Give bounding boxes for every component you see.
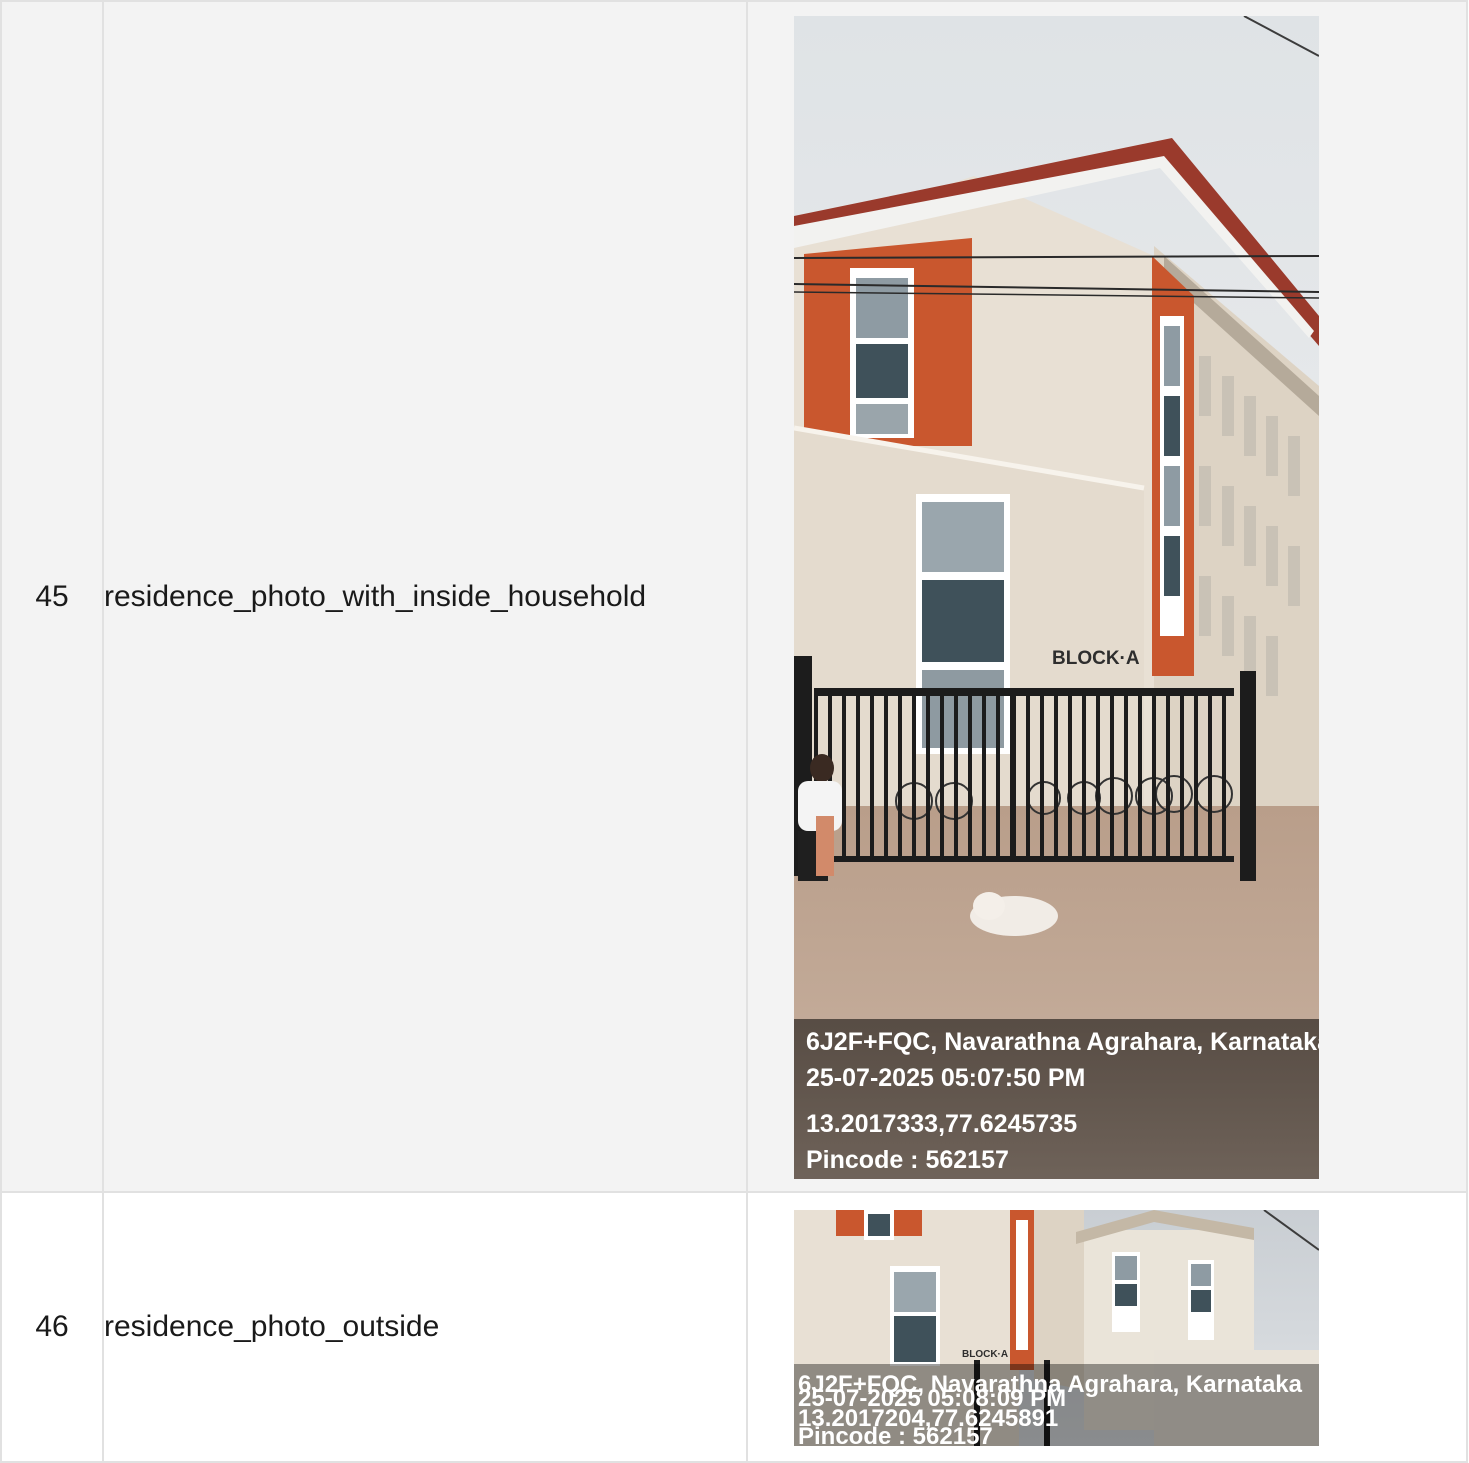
overlay-pincode: Pincode : 562157	[806, 1146, 1009, 1174]
residence-photo-outside[interactable]: BLOCK·A 6J2F+FQC, Navarathna Agrahara, K…	[794, 1210, 1319, 1446]
field-name: residence_photo_outside	[102, 1191, 748, 1463]
overlay-location: 6J2F+FQC, Navarathna Agrahara, Karnataka	[806, 1028, 1319, 1056]
building-sign: BLOCK·A	[962, 1349, 1008, 1360]
building-sign: BLOCK·A	[1052, 648, 1140, 669]
data-table: 45 residence_photo_with_inside_household	[0, 0, 1468, 1463]
table-row: 46 residence_photo_outside BLOCK·A 6J2F+…	[0, 1191, 1468, 1463]
photo-cell: BLOCK·A 6J2F+FQC, Navarathna Agrahara, K…	[746, 1191, 1468, 1463]
photo-image: BLOCK·A 6J2F+FQC, Navarathna Agrahara, K…	[794, 16, 1319, 1179]
field-name: residence_photo_with_inside_household	[102, 0, 748, 1193]
row-index: 45	[0, 0, 104, 1193]
overlay-datetime: 25-07-2025 05:07:50 PM	[806, 1064, 1085, 1092]
overlay-coordinates: 13.2017333,77.6245735	[806, 1110, 1077, 1138]
photo-cell: BLOCK·A 6J2F+FQC, Navarathna Agrahara, K…	[746, 0, 1468, 1193]
photo-image: BLOCK·A 6J2F+FQC, Navarathna Agrahara, K…	[794, 1210, 1319, 1446]
row-index: 46	[0, 1191, 104, 1463]
overlay-pincode: Pincode : 562157	[798, 1423, 993, 1446]
residence-photo-inside[interactable]: BLOCK·A 6J2F+FQC, Navarathna Agrahara, K…	[794, 16, 1319, 1179]
table-row: 45 residence_photo_with_inside_household	[0, 0, 1468, 1193]
